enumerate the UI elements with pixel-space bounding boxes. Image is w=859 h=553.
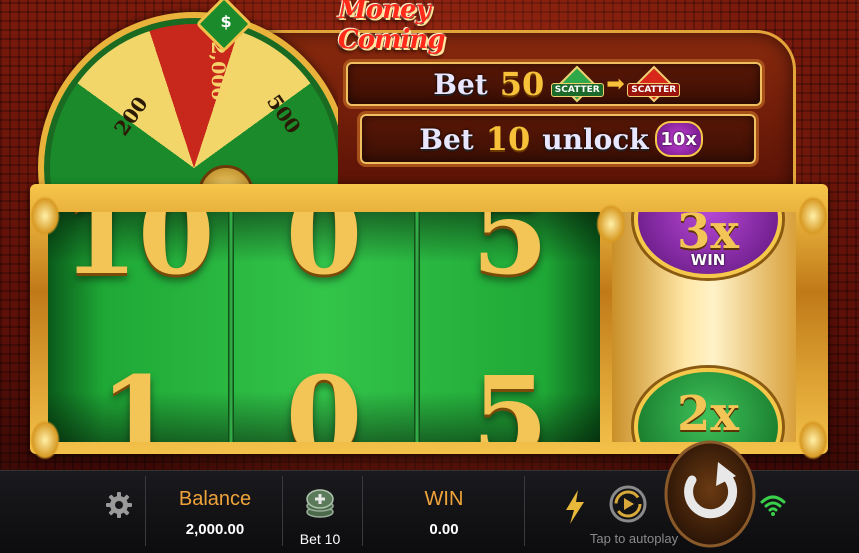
chips-icon[interactable] — [304, 486, 336, 520]
scatter-green-icon: SCATTER — [550, 65, 604, 103]
spin-icon[interactable] — [664, 440, 756, 548]
multiplier-coin-3x: 3x WIN — [634, 212, 782, 278]
bonus-wheel: 200 2,000 500 $ — [38, 0, 338, 190]
scatter-label: SCATTER — [550, 83, 604, 97]
arrow-right-icon: ➡ — [606, 71, 625, 97]
number-reels: 10 1 0 0 5 5 — [48, 212, 600, 442]
lightning-icon[interactable] — [560, 488, 590, 526]
banner-bet-word: Bet — [419, 122, 474, 156]
divider — [524, 476, 525, 546]
reel-symbol: 0 — [285, 352, 363, 443]
bet-label[interactable]: Bet 10 — [290, 531, 350, 547]
bet-50-banner: Bet 50 SCATTER ➡ SCATTER — [346, 62, 762, 106]
coin-multiplier: 2x — [676, 386, 739, 442]
frame-ornament — [30, 420, 60, 460]
balance-value: 2,000.00 — [185, 521, 245, 538]
frame-ornament — [798, 196, 828, 236]
reel-symbol: 5 — [471, 352, 549, 443]
dollar-symbol: $ — [220, 11, 232, 31]
game-screen: 200 2,000 500 $ Money Coming Bet 50 SCAT… — [0, 0, 859, 553]
reel-symbol: 0 — [285, 212, 363, 299]
win-value: 0.00 — [429, 521, 459, 538]
banner-bet-amount: 10 — [485, 120, 531, 158]
frame-ornament — [30, 196, 60, 236]
game-title: Money Coming — [338, 0, 446, 55]
wifi-icon — [760, 495, 786, 516]
reel-symbol: 1 — [99, 352, 177, 443]
reel-3: 5 5 — [420, 212, 600, 442]
multiplier-coin-2x: 2x — [634, 368, 782, 442]
coin-win-caption: WIN — [690, 251, 726, 269]
divider — [362, 476, 363, 546]
reel-symbol: 5 — [471, 212, 549, 299]
reel-2: 0 0 — [234, 212, 414, 442]
bet-10-unlock-banner: Bet 10 unlock 10x — [360, 114, 756, 164]
scatter-red-icon: SCATTER — [627, 65, 681, 103]
win-label: WIN — [424, 488, 464, 510]
balance-label: Balance — [178, 488, 252, 510]
banner-bet-amount: 50 — [499, 65, 545, 103]
divider — [145, 476, 146, 546]
reel-symbol: 10 — [61, 212, 215, 299]
autoplay-icon[interactable] — [608, 484, 648, 524]
reel-1: 10 1 — [48, 212, 228, 442]
gear-icon[interactable] — [104, 490, 134, 520]
multiplier-badge: 10x — [654, 121, 703, 157]
divider — [282, 476, 283, 546]
frame-ornament — [798, 420, 828, 460]
banner-bet-word: Bet — [433, 67, 488, 101]
scatter-label: SCATTER — [627, 83, 681, 97]
frame-ornament — [596, 204, 626, 244]
multiplier-reel: 3x WIN 2x — [612, 212, 796, 442]
wheel-disc — [38, 12, 338, 190]
banner-unlock-word: unlock — [542, 122, 649, 156]
